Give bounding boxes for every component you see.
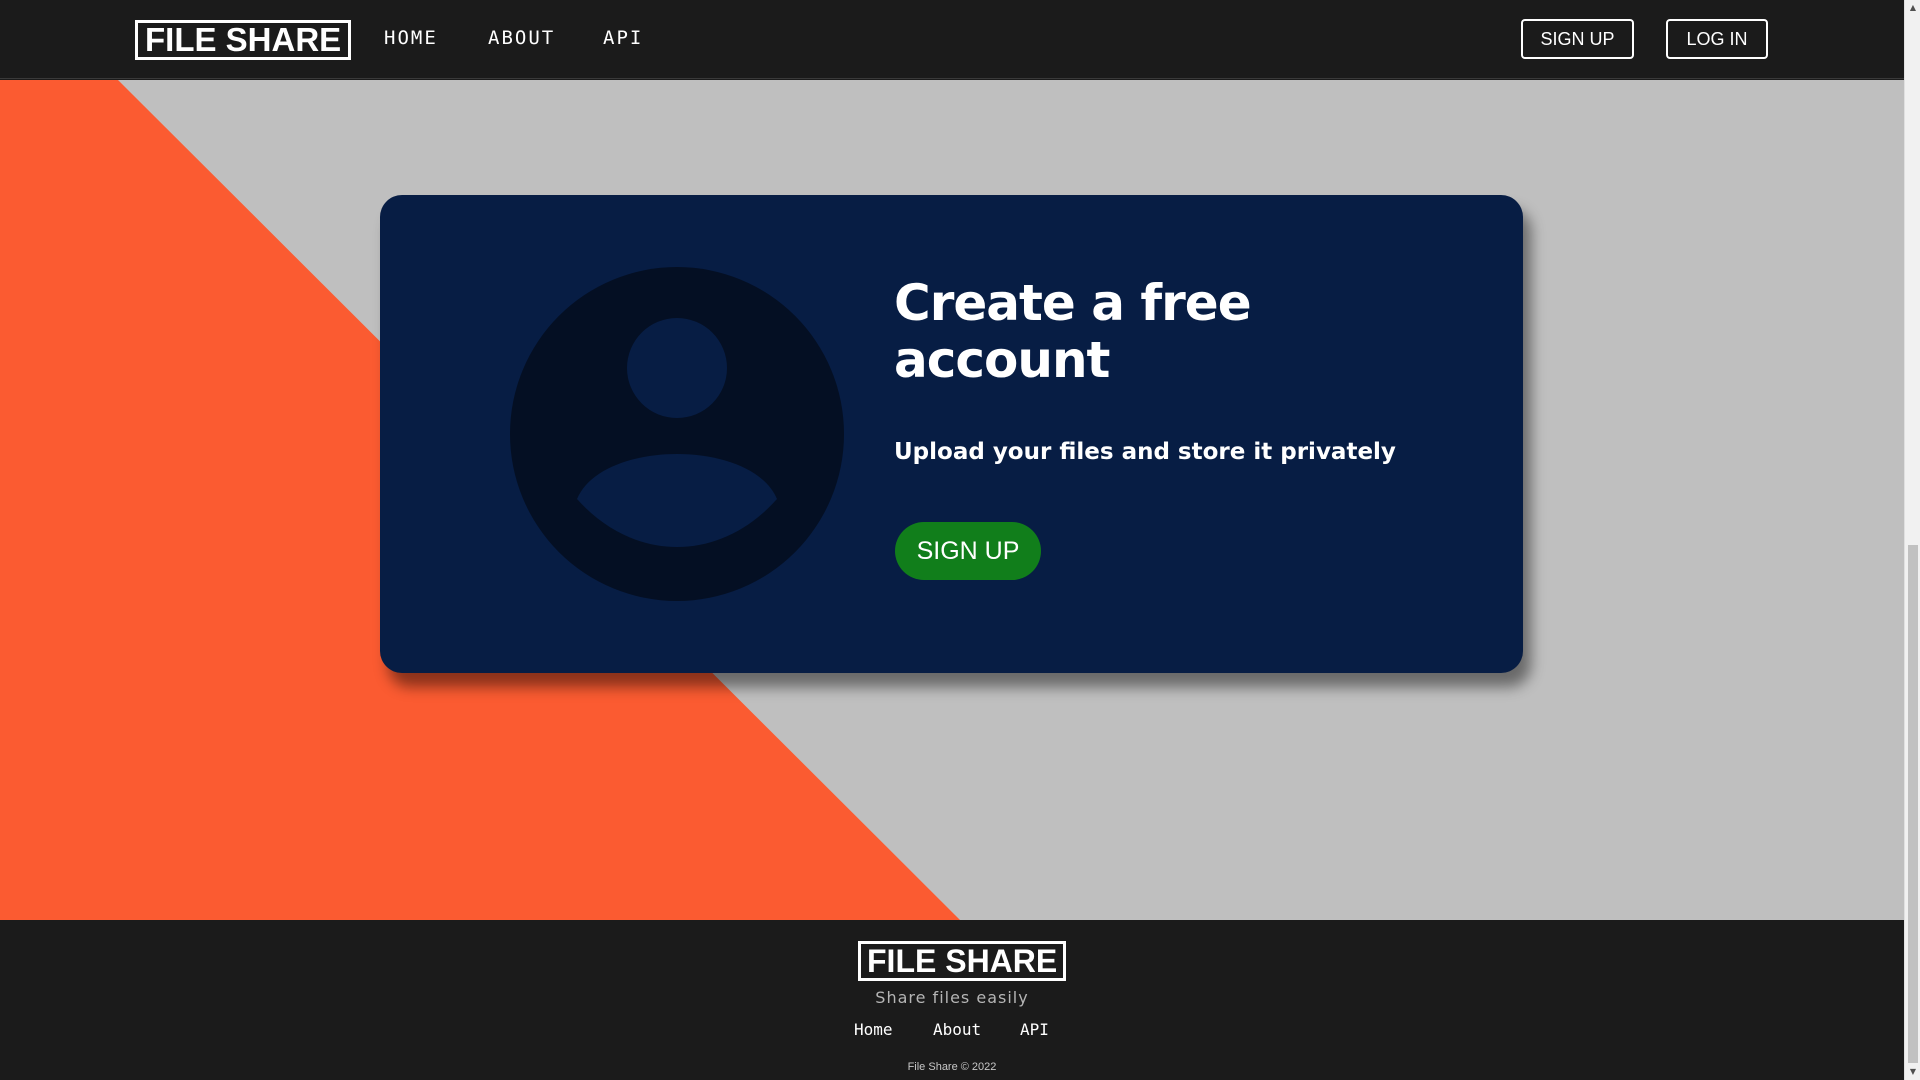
signup-card: Create a free account Upload your files … — [380, 195, 1523, 673]
hero-section: Create a free account Upload your files … — [0, 80, 1904, 920]
footer-link-about[interactable]: About — [933, 1020, 981, 1039]
user-avatar-icon — [510, 267, 844, 601]
avatar-head — [627, 318, 727, 418]
navbar: FILE SHARE HOME ABOUT API SIGN UP LOG IN — [0, 0, 1904, 79]
card-title: Create a free account — [894, 274, 1252, 389]
scroll-up-arrow-icon[interactable]: ▲ — [1905, 0, 1920, 16]
footer: FILE SHARE Share files easily Home About… — [0, 920, 1904, 1080]
footer-tagline: Share files easily — [875, 988, 1029, 1007]
page: FILE SHARE HOME ABOUT API SIGN UP LOG IN… — [0, 0, 1904, 1080]
footer-link-home[interactable]: Home — [854, 1020, 893, 1039]
footer-copyright: File Share © 2022 — [907, 1061, 997, 1073]
nav-signup-button[interactable]: SIGN UP — [1521, 19, 1634, 59]
nav-link-home[interactable]: HOME — [384, 27, 438, 49]
page-scrollbar[interactable]: ▲ ▼ — [1904, 0, 1920, 1080]
card-signup-button[interactable]: SIGN UP — [895, 522, 1041, 580]
card-subtitle: Upload your files and store it privately — [894, 439, 1396, 465]
scroll-down-arrow-icon[interactable]: ▼ — [1905, 1064, 1920, 1080]
scrollbar-thumb[interactable] — [1908, 545, 1918, 1063]
avatar-circle — [510, 267, 844, 601]
nav-login-button[interactable]: LOG IN — [1666, 19, 1768, 59]
nav-link-about[interactable]: ABOUT — [488, 27, 555, 49]
nav-link-api[interactable]: API — [603, 27, 643, 49]
footer-logo[interactable]: FILE SHARE — [858, 941, 1067, 981]
footer-link-api[interactable]: API — [1020, 1020, 1049, 1039]
site-logo[interactable]: FILE SHARE — [135, 20, 352, 60]
